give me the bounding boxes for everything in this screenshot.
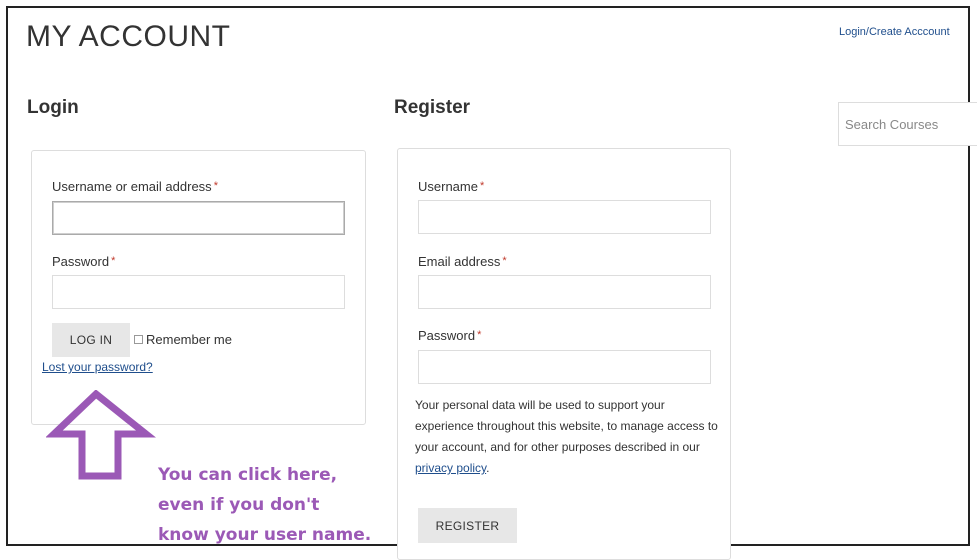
login-password-label: Password * [52, 254, 115, 269]
remember-me[interactable]: Remember me [134, 332, 232, 347]
lost-password-link[interactable]: Lost your password? [42, 360, 153, 374]
register-email-label-text: Email address [418, 254, 501, 269]
login-password-label-text: Password [52, 254, 110, 269]
required-asterisk: * [213, 180, 218, 192]
annotation-line-1: You can click here, [158, 465, 338, 485]
page-frame: MY ACCOUNT Login/Create Acccount Login R… [6, 6, 977, 560]
register-button[interactable]: REGISTER [418, 508, 517, 543]
remember-me-label: Remember me [146, 332, 232, 347]
register-form: Username * Email address * Password * Your … [397, 148, 731, 560]
register-username-label-text: Username [418, 179, 478, 194]
annotation-line-2: even if you don't [158, 495, 320, 515]
login-username-input[interactable] [52, 201, 345, 235]
required-asterisk: * [477, 329, 482, 341]
remember-me-checkbox[interactable] [134, 335, 143, 344]
annotation-line-3: know your user name. [158, 525, 372, 545]
register-email-label: Email address * [418, 254, 507, 269]
register-password-input[interactable] [418, 350, 711, 384]
register-email-input[interactable] [418, 275, 711, 309]
annotation-text: You can click here, even if you don't kn… [158, 460, 408, 550]
required-asterisk: * [502, 255, 507, 267]
register-username-input[interactable] [418, 200, 711, 234]
login-button[interactable]: LOG IN [52, 323, 130, 357]
privacy-policy-link[interactable]: privacy policy [415, 461, 486, 475]
login-create-account-link[interactable]: Login/Create Acccount [839, 26, 950, 38]
page-title: MY ACCOUNT [26, 20, 231, 53]
register-username-label: Username * [418, 179, 484, 194]
required-asterisk: * [479, 180, 485, 192]
privacy-notice-period: . [486, 461, 490, 475]
login-password-input[interactable] [52, 275, 345, 309]
privacy-notice-text: Your personal data will be used to suppo… [415, 398, 718, 454]
required-asterisk: * [111, 255, 116, 267]
register-heading: Register [394, 97, 471, 118]
register-password-label-text: Password [418, 328, 476, 343]
login-form: Username or email address * Password * LOG… [31, 150, 366, 425]
search-courses-input[interactable] [838, 102, 977, 146]
username-email-label-text: Username or email address [52, 179, 212, 194]
register-password-label: Password * [418, 328, 481, 343]
up-arrow-icon [46, 390, 156, 480]
login-heading: Login [27, 97, 79, 118]
username-email-label: Username or email address * [52, 179, 218, 194]
privacy-notice: Your personal data will be used to suppo… [415, 395, 720, 479]
